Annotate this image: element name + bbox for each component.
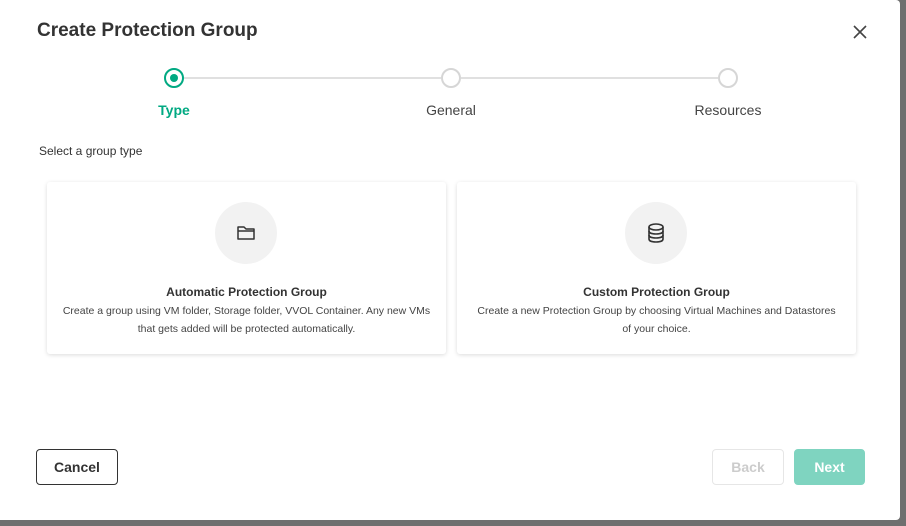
- database-icon: [648, 223, 664, 243]
- create-protection-group-dialog: Create Protection Group Type General Res…: [0, 0, 900, 520]
- card-icon-circle: [215, 202, 277, 264]
- card-description: Create a new Protection Group by choosin…: [477, 305, 836, 335]
- automatic-protection-group-card[interactable]: Automatic Protection Group Create a grou…: [47, 182, 446, 354]
- card-description: Create a group using VM folder, Storage …: [62, 305, 431, 335]
- step-label-type: Type: [158, 102, 190, 118]
- custom-protection-group-card[interactable]: Custom Protection Group Create a new Pro…: [457, 182, 856, 354]
- step-label-resources: Resources: [694, 102, 762, 118]
- card-icon-circle: [625, 202, 687, 264]
- step-indicator-resources: [718, 68, 738, 88]
- back-button[interactable]: Back: [712, 449, 784, 485]
- step-label-general: General: [426, 102, 476, 118]
- card-title: Custom Protection Group: [583, 285, 730, 299]
- step-connector: [461, 77, 718, 79]
- folder-icon: [237, 226, 255, 240]
- group-type-prompt: Select a group type: [39, 144, 143, 158]
- step-indicator-general: [441, 68, 461, 88]
- next-button[interactable]: Next: [794, 449, 865, 485]
- stepper: Type General Resources: [0, 0, 900, 130]
- card-title: Automatic Protection Group: [166, 285, 327, 299]
- step-indicator-type: [164, 68, 184, 88]
- cancel-button[interactable]: Cancel: [36, 449, 118, 485]
- step-connector: [184, 77, 441, 79]
